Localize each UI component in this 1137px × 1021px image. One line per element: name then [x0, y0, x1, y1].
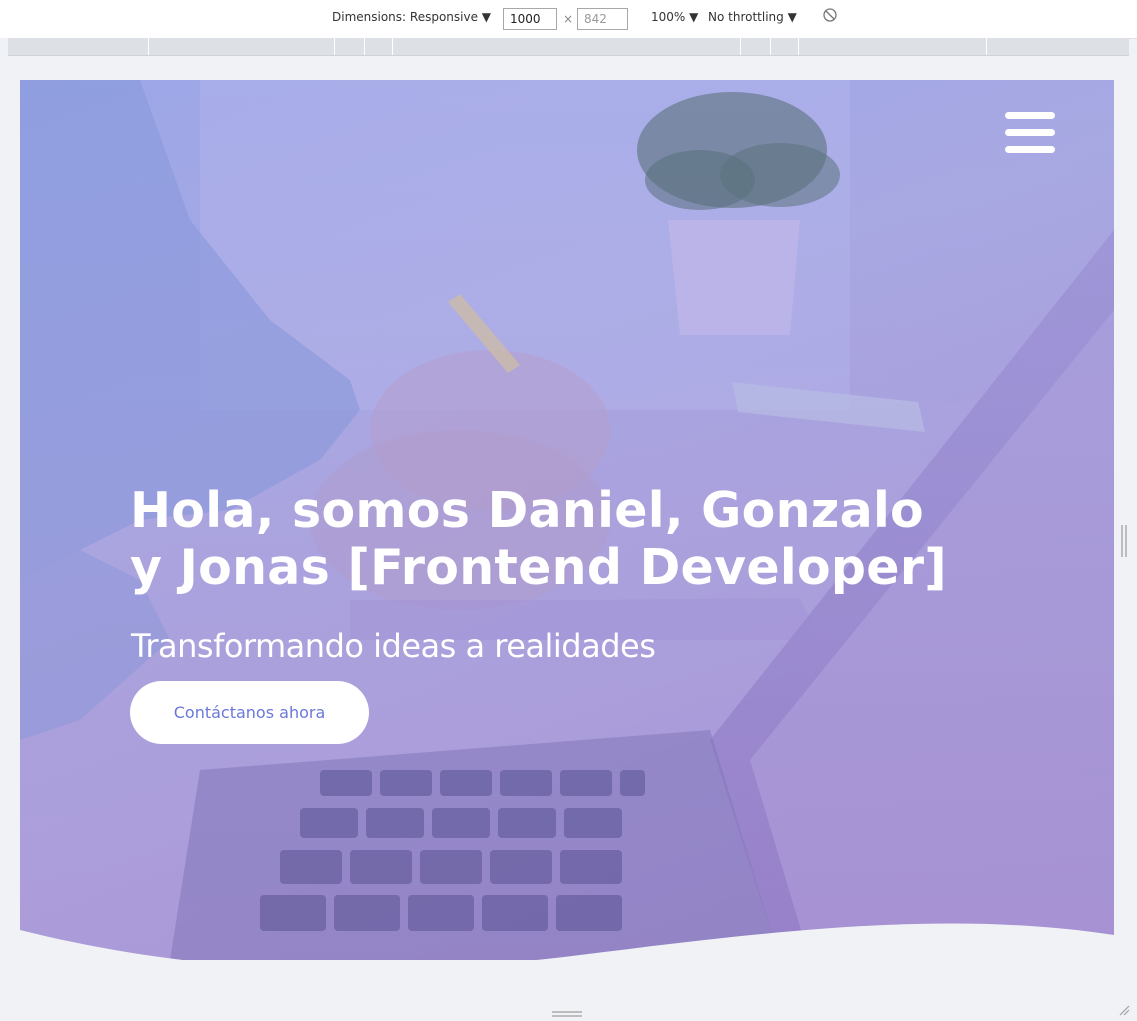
devtools-toolbar: Dimensions: Responsive ▼ × 100% ▼ No thr…: [0, 0, 1137, 39]
hamburger-menu-icon[interactable]: [1005, 112, 1055, 156]
resize-corner-icon[interactable]: [1118, 1004, 1130, 1019]
resize-handle-right[interactable]: [1121, 525, 1127, 557]
throttling-dropdown[interactable]: No throttling ▼: [708, 10, 797, 24]
hero-title-line-2: y Jonas [Frontend Developer]: [130, 539, 947, 596]
page-viewport: Hola, somos Daniel, Gonzalo y Jonas [Fro…: [20, 80, 1114, 1010]
resize-handle-bottom[interactable]: [552, 1011, 582, 1017]
width-input[interactable]: [503, 8, 557, 30]
ruler-left-gap: [0, 38, 8, 55]
rotate-icon[interactable]: [822, 7, 838, 27]
hero-section: Hola, somos Daniel, Gonzalo y Jonas [Fro…: [20, 80, 1114, 960]
zoom-dropdown[interactable]: 100% ▼: [651, 10, 698, 24]
hero-title-line-1: Hola, somos Daniel, Gonzalo: [130, 482, 925, 539]
contact-now-button[interactable]: Contáctanos ahora: [130, 681, 369, 744]
media-query-ruler[interactable]: [8, 38, 1129, 56]
dimensions-separator: ×: [563, 12, 574, 26]
hero-subtitle: Transformando ideas a realidades: [131, 627, 656, 665]
height-input[interactable]: [577, 8, 628, 30]
hero-bottom-wave: [20, 923, 1114, 1010]
hero-title: Hola, somos Daniel, Gonzalo y Jonas [Fro…: [130, 482, 1030, 596]
dimensions-dropdown[interactable]: Dimensions: Responsive ▼: [332, 10, 491, 24]
